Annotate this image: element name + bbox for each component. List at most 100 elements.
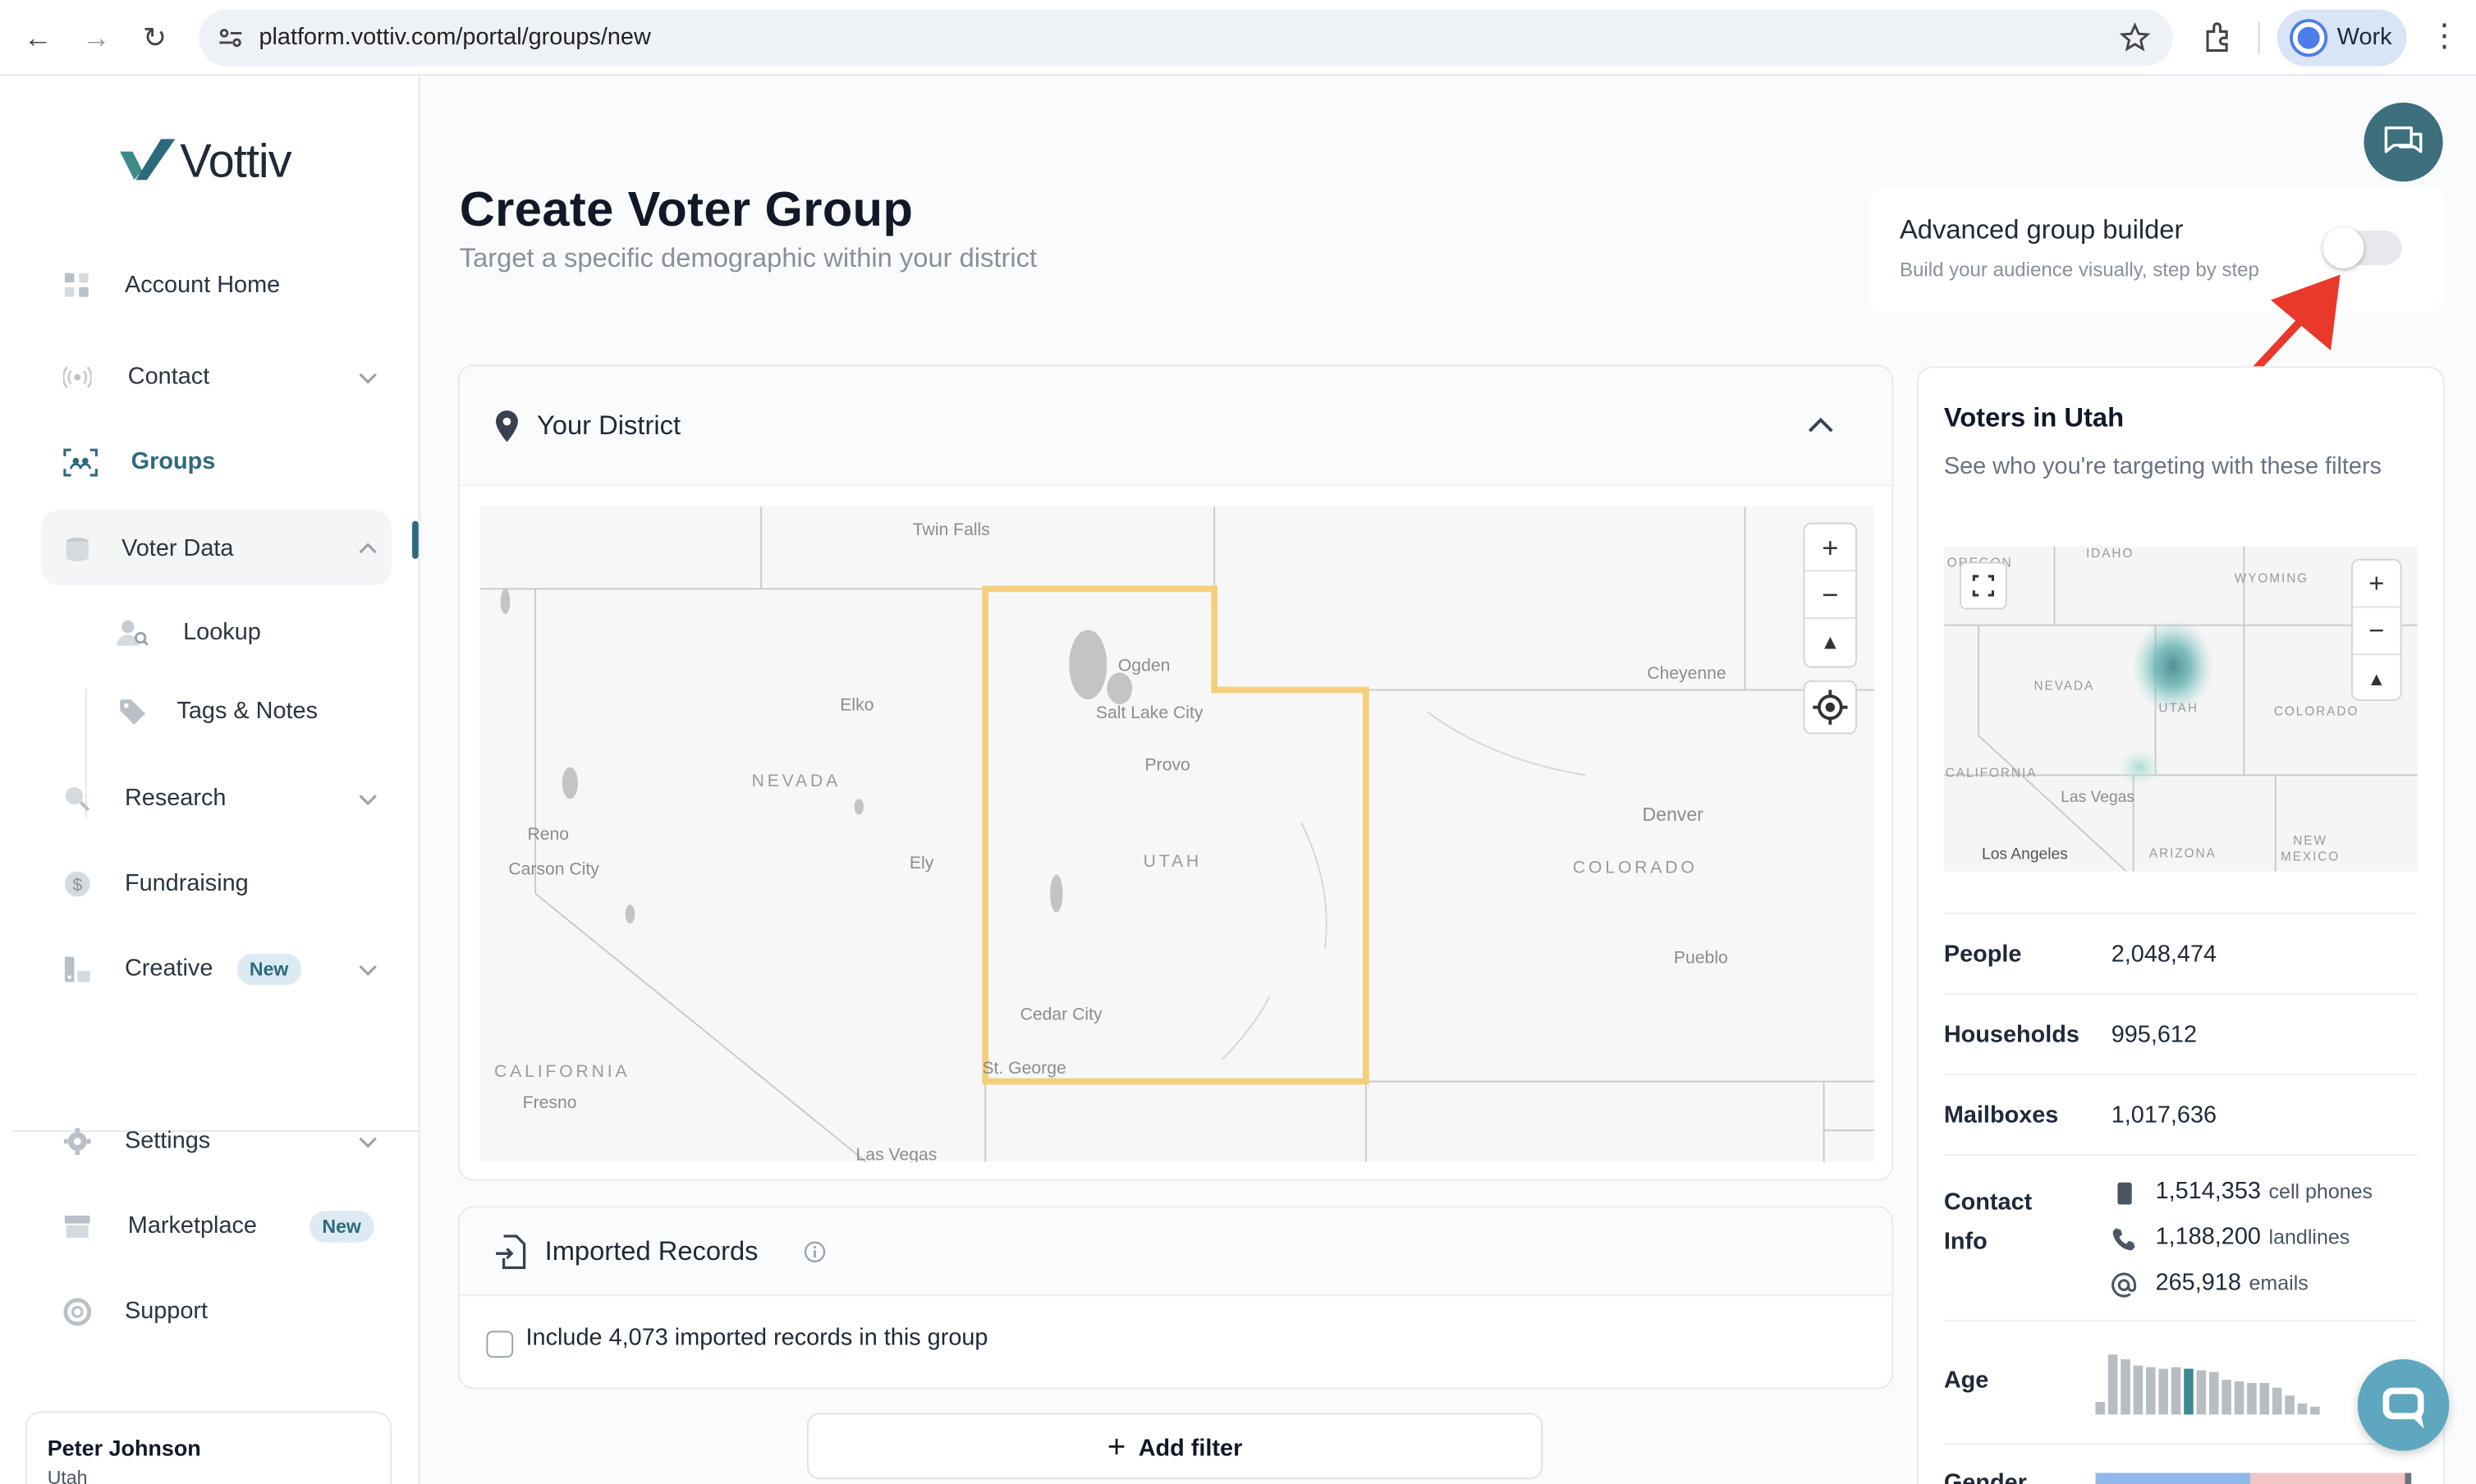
- toolbar-divider: [2258, 21, 2260, 54]
- map-label: Cedar City: [1020, 1005, 1103, 1025]
- age-bar: [2171, 1367, 2181, 1415]
- sidebar-item-label: Creative: [124, 955, 213, 982]
- landline-icon: [2112, 1228, 2135, 1251]
- url-text[interactable]: platform.vottiv.com/portal/groups/new: [259, 10, 650, 66]
- fullscreen-icon: [1972, 575, 1994, 597]
- gender-bar-other: [2405, 1473, 2412, 1484]
- sidebar-subitem-label: Tags & Notes: [177, 698, 319, 725]
- include-imported-checkbox[interactable]: [486, 1331, 514, 1358]
- chevron-up-icon[interactable]: [357, 538, 379, 561]
- age-bar: [2222, 1380, 2231, 1415]
- sidebar-item-groups[interactable]: Groups: [41, 423, 392, 498]
- age-histogram: [2095, 1354, 2364, 1415]
- zoom-out-icon[interactable]: −: [1804, 571, 1856, 619]
- contact-unit: emails: [2249, 1271, 2309, 1295]
- crosshair-icon: [1813, 689, 1848, 725]
- chevron-down-icon[interactable]: [357, 788, 379, 810]
- mini-map-label: WYOMING: [2234, 571, 2309, 586]
- browser-menu-icon[interactable]: ⋮: [2428, 19, 2460, 57]
- add-filter-button[interactable]: + Add filter: [806, 1413, 1543, 1480]
- district-card-header[interactable]: Your District: [459, 366, 1892, 487]
- profile-button[interactable]: Work: [2277, 9, 2407, 66]
- messages-button[interactable]: [2364, 103, 2443, 182]
- group-focus-icon: [63, 448, 98, 477]
- chevron-down-icon[interactable]: [357, 959, 379, 981]
- page-title: Create Voter Group: [459, 181, 914, 237]
- age-bar: [2184, 1368, 2194, 1415]
- gender-bar-male: [2095, 1473, 2250, 1484]
- bookmark-star-icon[interactable]: [2119, 22, 2151, 53]
- sidebar-item-account-home[interactable]: Account Home: [41, 246, 392, 322]
- voters-mini-map[interactable]: OREGON IDAHO WYOMING NEVADA UTAH COLORAD…: [1943, 546, 2418, 872]
- support-chat-button[interactable]: [2357, 1359, 2450, 1451]
- zoom-out-icon[interactable]: −: [2353, 608, 2400, 656]
- sidebar-item-contact[interactable]: Contact: [41, 338, 392, 414]
- sidebar: Vottiv Account Home Contact Groups Voter…: [0, 76, 420, 1484]
- chevron-down-icon[interactable]: [357, 366, 379, 388]
- compass-icon[interactable]: ▲: [1805, 619, 1856, 666]
- extensions-icon[interactable]: [2201, 21, 2235, 55]
- compass-icon[interactable]: ▲: [2353, 655, 2400, 703]
- profile-avatar-icon: [2292, 21, 2325, 54]
- map-label: Denver: [1642, 804, 1703, 826]
- broadcast-icon: [62, 366, 92, 389]
- at-icon: [2111, 1272, 2137, 1298]
- include-imported-label[interactable]: Include 4,073 imported records in this g…: [526, 1325, 988, 1352]
- forward-icon[interactable]: →: [77, 19, 115, 57]
- map-zoom-controls: + − ▲: [1803, 522, 1858, 668]
- sidebar-item-support[interactable]: Support: [41, 1272, 392, 1348]
- sidebar-item-settings[interactable]: Settings: [41, 1102, 392, 1178]
- map-label: Fresno: [522, 1093, 577, 1113]
- sidebar-item-marketplace[interactable]: Marketplace New: [41, 1187, 392, 1262]
- sidebar-item-label: Fundraising: [124, 869, 249, 897]
- page-subtitle: Target a specific demographic within you…: [459, 243, 1038, 273]
- zoom-in-icon[interactable]: +: [1804, 524, 1856, 572]
- age-bar: [2196, 1370, 2207, 1415]
- district-card: Your District Twin Falls Elko Ogden Salt…: [457, 364, 1894, 1181]
- gender-bar-female: [2249, 1473, 2405, 1484]
- district-map[interactable]: Twin Falls Elko Ogden Salt Lake City Pro…: [479, 506, 1875, 1162]
- stat-value: 995,612: [2111, 1021, 2198, 1049]
- mini-map-label: CALIFORNIA: [1945, 765, 2038, 781]
- map-label: Provo: [1144, 756, 1190, 776]
- chevron-up-icon[interactable]: [1806, 414, 1835, 436]
- map-label: Twin Falls: [912, 520, 990, 540]
- district-map-canvas: [479, 506, 1875, 1162]
- map-state-label: NEVADA: [751, 772, 841, 791]
- database-icon: [66, 537, 89, 561]
- age-bar: [2285, 1395, 2295, 1415]
- age-bar: [2133, 1365, 2144, 1415]
- mini-map-label: UTAH: [2158, 700, 2199, 716]
- fullscreen-button[interactable]: [1960, 561, 2007, 610]
- zoom-in-icon[interactable]: +: [2353, 561, 2400, 608]
- tag-icon: [120, 699, 145, 725]
- back-icon[interactable]: ←: [19, 19, 57, 57]
- stat-row-households: Households 995,612: [1943, 992, 2418, 1074]
- sidebar-item-voter-data[interactable]: Voter Data: [41, 510, 392, 586]
- profile-label: Work: [2336, 23, 2392, 51]
- age-bar: [2297, 1403, 2308, 1415]
- stat-label: Households: [1943, 1021, 2079, 1049]
- sidebar-item-fundraising[interactable]: $ Fundraising: [41, 845, 392, 920]
- address-bar[interactable]: platform.vottiv.com/portal/groups/new: [199, 9, 2173, 66]
- contact-unit: landlines: [2268, 1225, 2350, 1249]
- info-icon[interactable]: [804, 1241, 826, 1263]
- palette-icon: [64, 956, 90, 982]
- chevron-down-icon[interactable]: [357, 1130, 379, 1152]
- imported-records-card: Imported Records Include 4,073 imported …: [457, 1206, 1894, 1390]
- site-settings-icon[interactable]: [218, 25, 243, 51]
- mini-map-label: COLORADO: [2273, 703, 2359, 719]
- locate-button[interactable]: [1803, 680, 1858, 735]
- gear-icon: [63, 1128, 91, 1155]
- lifebuoy-icon: [63, 1298, 92, 1326]
- sidebar-item-label: Groups: [131, 448, 216, 475]
- reload-icon[interactable]: ↻: [135, 19, 173, 57]
- sidebar-item-creative[interactable]: Creative New: [41, 930, 392, 1005]
- mini-map-label: Los Angeles: [1981, 845, 2068, 864]
- imported-records-title: Imported Records: [544, 1236, 759, 1266]
- map-label: Salt Lake City: [1095, 703, 1204, 723]
- stat-value: 1,017,636: [2111, 1102, 2217, 1129]
- user-card[interactable]: Peter Johnson Utah: [25, 1411, 392, 1484]
- map-label: Elko: [840, 696, 874, 716]
- sidebar-item-research[interactable]: Research: [41, 759, 392, 835]
